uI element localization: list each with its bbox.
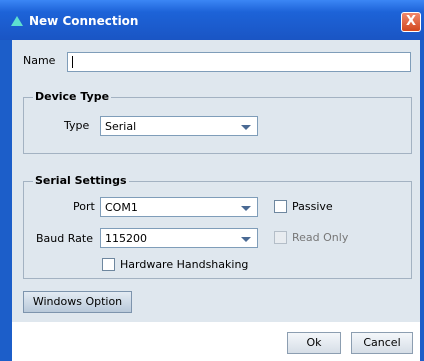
windows-option-button[interactable]: Windows Option <box>23 291 132 313</box>
name-label: Name <box>23 54 56 67</box>
title-bar[interactable]: New Connection X <box>0 0 424 40</box>
ok-button[interactable]: Ok <box>287 332 341 354</box>
read-only-label: Read Only <box>292 231 349 244</box>
hardware-handshaking-label: Hardware Handshaking <box>120 258 249 271</box>
hardware-handshaking-checkbox[interactable] <box>102 258 115 271</box>
chevron-down-icon <box>241 206 251 211</box>
app-triangle-icon <box>11 16 23 26</box>
cancel-button[interactable]: Cancel <box>351 332 413 354</box>
type-label: Type <box>64 119 90 132</box>
type-select[interactable]: Serial <box>100 116 258 136</box>
window-title: New Connection <box>29 14 139 28</box>
port-label: Port <box>73 200 95 213</box>
type-select-value: Serial <box>105 120 137 133</box>
baud-rate-select[interactable]: 115200 <box>100 228 258 248</box>
text-caret <box>72 56 73 68</box>
dialog-content: Name Device Type Type Serial Serial Sett… <box>12 40 420 322</box>
port-select[interactable]: COM1 <box>100 197 258 217</box>
dialog-footer: Ok Cancel <box>12 322 420 361</box>
dialog-window: New Connection X Name Device Type Type S… <box>0 0 424 361</box>
device-type-title: Device Type <box>33 90 112 103</box>
close-icon: X <box>405 14 417 29</box>
serial-settings-title: Serial Settings <box>33 174 129 187</box>
baud-rate-select-value: 115200 <box>105 232 147 245</box>
baud-rate-label: Baud Rate <box>36 232 93 245</box>
chevron-down-icon <box>241 125 251 130</box>
close-button[interactable]: X <box>401 12 421 32</box>
passive-checkbox[interactable] <box>274 200 287 213</box>
passive-label: Passive <box>292 200 333 213</box>
name-input[interactable] <box>67 52 411 72</box>
read-only-checkbox[interactable] <box>274 231 287 244</box>
chevron-down-icon <box>241 237 251 242</box>
port-select-value: COM1 <box>105 201 138 214</box>
